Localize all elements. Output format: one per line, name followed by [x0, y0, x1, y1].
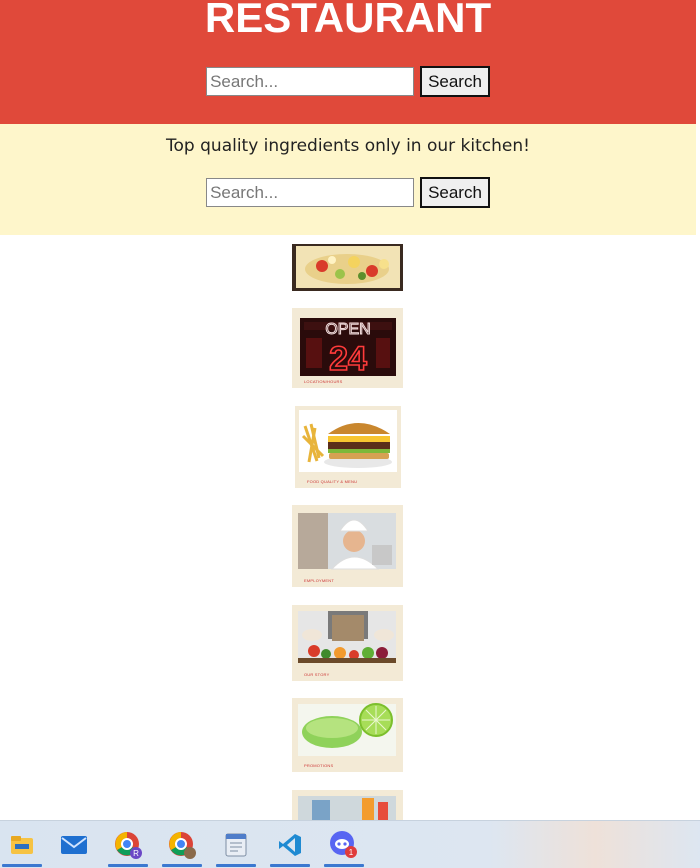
tagline-banner: Top quality ingredients only in our kitc…	[0, 124, 696, 235]
header-search-row: Search	[0, 66, 696, 97]
mail-icon	[61, 835, 87, 854]
gallery-image-drink[interactable]: PROMOTIONS	[292, 698, 403, 772]
taskbar-vscode[interactable]	[268, 821, 312, 868]
taskbar-chrome[interactable]	[160, 821, 204, 868]
caption-location-hours: LOCATION/HOURS	[304, 379, 343, 384]
gallery-image-salad[interactable]	[292, 244, 403, 291]
banner-search-row: Search	[0, 177, 696, 208]
chrome-icon	[169, 831, 196, 859]
header-search-button[interactable]: Search	[420, 66, 490, 97]
svg-text:OPEN: OPEN	[325, 321, 370, 338]
caption-our-story: OUR STORY	[304, 672, 330, 677]
gallery-image-chef[interactable]: EMPLOYMENT	[292, 505, 403, 587]
caption-employment: EMPLOYMENT	[304, 578, 335, 583]
vscode-icon	[279, 833, 301, 856]
chrome-icon: R	[115, 831, 142, 859]
taskbar-notepad-editor[interactable]	[214, 821, 258, 868]
tagline-text: Top quality ingredients only in our kitc…	[166, 136, 530, 156]
caption-promotions: PROMOTIONS	[304, 763, 334, 768]
site-title: RESTAURANT	[204, 0, 492, 41]
gallery-image-vegetables[interactable]: OUR STORY	[292, 605, 403, 681]
gallery-image-open-24[interactable]: OPEN 24 LOCATION/HOURS	[292, 308, 403, 388]
notepad-icon	[225, 833, 247, 856]
taskbar-mail[interactable]	[52, 821, 96, 868]
taskbar-chrome-profile[interactable]: R	[106, 821, 150, 868]
taskbar-discord[interactable]: 1	[322, 821, 366, 868]
banner-search-input[interactable]	[206, 178, 415, 207]
discord-icon: 1	[330, 830, 357, 858]
svg-text:24: 24	[329, 340, 367, 378]
gallery-image-burger[interactable]: FOOD QUALITY & MENU	[295, 406, 401, 488]
taskbar-file-explorer[interactable]	[0, 821, 44, 868]
header-search-input[interactable]	[206, 67, 415, 96]
caption-food-quality: FOOD QUALITY & MENU	[307, 479, 358, 484]
windows-taskbar: R 1	[0, 820, 700, 868]
file-explorer-icon	[11, 835, 33, 854]
profile-badge: R	[133, 849, 139, 858]
gallery-image-partial[interactable]	[292, 790, 403, 820]
banner-search-button[interactable]: Search	[420, 177, 490, 208]
site-header: RESTAURANT Search	[0, 0, 696, 124]
notification-badge: 1	[349, 848, 354, 857]
